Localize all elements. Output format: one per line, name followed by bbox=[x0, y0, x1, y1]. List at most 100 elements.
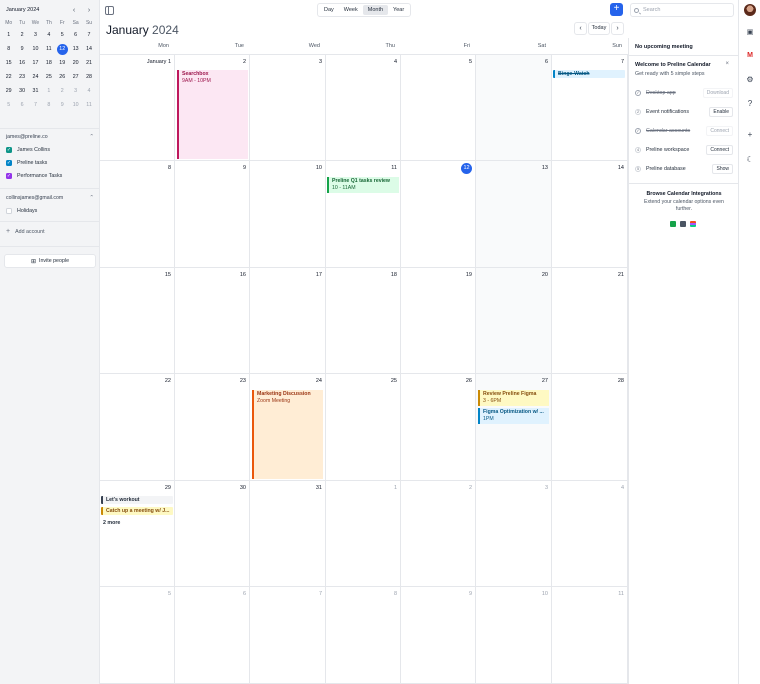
event-marketing-discussion[interactable]: Marketing Discussion Zoom Meeting bbox=[252, 390, 323, 479]
mini-day[interactable]: 24 bbox=[29, 70, 42, 84]
figma-icon[interactable] bbox=[690, 221, 696, 227]
day-cell[interactable]: 4 bbox=[326, 55, 401, 161]
mini-day[interactable]: 4 bbox=[42, 28, 55, 42]
event-review-figma[interactable]: Review Preline Figma 3 - 6PM bbox=[478, 390, 549, 406]
plus-icon[interactable]: + bbox=[745, 130, 755, 140]
account-header[interactable]: james@preline.co ⌃ bbox=[6, 134, 94, 140]
show-button[interactable]: Show bbox=[712, 164, 733, 174]
day-cell[interactable]: 2 bbox=[401, 481, 476, 587]
connect-button[interactable]: Connect bbox=[706, 145, 733, 155]
mini-day[interactable]: 15 bbox=[2, 56, 15, 70]
day-cell[interactable]: 3 bbox=[476, 481, 552, 587]
mini-day[interactable]: 21 bbox=[82, 56, 95, 70]
day-cell[interactable]: 5 bbox=[100, 587, 175, 684]
view-year-button[interactable]: Year bbox=[388, 5, 409, 15]
mini-day[interactable]: 10 bbox=[69, 98, 82, 112]
mini-day[interactable]: 5 bbox=[2, 98, 15, 112]
account-header[interactable]: collinsjames@gmail.com ⌃ bbox=[6, 195, 94, 201]
mini-day[interactable]: 29 bbox=[2, 84, 15, 98]
mini-day[interactable]: 7 bbox=[29, 98, 42, 112]
mini-day[interactable]: 17 bbox=[29, 56, 42, 70]
calendar-icon[interactable]: ▣ bbox=[745, 28, 755, 38]
help-icon[interactable]: ? bbox=[745, 99, 755, 109]
checkbox[interactable] bbox=[6, 208, 12, 214]
mini-day[interactable]: 20 bbox=[69, 56, 82, 70]
day-cell[interactable]: 9 bbox=[401, 587, 476, 684]
mini-prev-button[interactable]: ‹ bbox=[70, 6, 78, 15]
day-cell[interactable]: 7 bbox=[250, 587, 326, 684]
mini-day[interactable]: 3 bbox=[29, 28, 42, 42]
day-cell[interactable]: 20 bbox=[476, 268, 552, 374]
day-cell[interactable]: 18 bbox=[326, 268, 401, 374]
checkbox[interactable]: ✓ bbox=[6, 160, 12, 166]
chevron-up-icon[interactable]: ⌃ bbox=[89, 195, 94, 201]
day-cell[interactable]: 4 bbox=[552, 481, 628, 587]
download-button[interactable]: Download bbox=[702, 88, 733, 98]
connect-button[interactable]: Connect bbox=[706, 126, 733, 136]
day-cell[interactable]: 8 bbox=[326, 587, 401, 684]
day-cell[interactable]: 30 bbox=[175, 481, 250, 587]
create-event-button[interactable]: + bbox=[610, 3, 623, 16]
avatar[interactable] bbox=[744, 4, 756, 16]
event-q1-review[interactable]: Preline Q1 tasks review 10 - 11AM bbox=[327, 177, 399, 193]
toggle-sidebar-icon[interactable] bbox=[105, 6, 114, 15]
gear-icon[interactable]: ⚙ bbox=[745, 75, 755, 85]
enable-button[interactable]: Enable bbox=[709, 107, 733, 117]
mini-day[interactable]: 2 bbox=[15, 28, 28, 42]
mini-day[interactable]: 3 bbox=[69, 84, 82, 98]
more-events-link[interactable]: 2 more bbox=[103, 520, 120, 526]
mini-day[interactable]: 16 bbox=[15, 56, 28, 70]
calendar-toggle-preline-tasks[interactable]: ✓ Preline tasks bbox=[6, 158, 94, 168]
checkbox[interactable]: ✓ bbox=[6, 147, 12, 153]
day-cell[interactable]: 16 bbox=[175, 268, 250, 374]
today-button[interactable]: Today bbox=[588, 22, 610, 35]
day-cell[interactable]: 10 bbox=[250, 161, 326, 268]
mini-day[interactable]: 27 bbox=[69, 70, 82, 84]
day-cell[interactable]: 28 bbox=[552, 374, 628, 481]
chevron-up-icon[interactable]: ⌃ bbox=[89, 134, 94, 140]
mini-day[interactable]: 9 bbox=[15, 42, 28, 56]
mini-day[interactable]: 11 bbox=[82, 98, 95, 112]
mini-day[interactable]: 8 bbox=[42, 98, 55, 112]
mini-day[interactable]: 31 bbox=[29, 84, 42, 98]
excel-icon[interactable] bbox=[670, 221, 676, 227]
notion-icon[interactable] bbox=[680, 221, 686, 227]
day-cell[interactable]: 17 bbox=[250, 268, 326, 374]
day-cell[interactable]: 15 bbox=[100, 268, 175, 374]
invite-people-button[interactable]: ⊞ Invite people bbox=[4, 254, 96, 268]
mini-day[interactable]: 23 bbox=[15, 70, 28, 84]
calendar-toggle-holidays[interactable]: Holidays bbox=[6, 206, 94, 216]
mini-day[interactable]: 7 bbox=[82, 28, 95, 42]
day-cell[interactable]: 23 bbox=[175, 374, 250, 481]
mini-day[interactable]: 1 bbox=[42, 84, 55, 98]
mini-day-today[interactable]: 12 bbox=[56, 42, 69, 56]
mini-day[interactable]: 13 bbox=[69, 42, 82, 56]
mini-day[interactable]: 10 bbox=[29, 42, 42, 56]
day-cell[interactable]: 6 bbox=[476, 55, 552, 161]
view-day-button[interactable]: Day bbox=[319, 5, 339, 15]
mini-day[interactable]: 14 bbox=[82, 42, 95, 56]
day-cell[interactable]: January 1 bbox=[100, 55, 175, 161]
search-input[interactable] bbox=[643, 7, 728, 13]
mini-day[interactable]: 30 bbox=[15, 84, 28, 98]
mini-day[interactable]: 26 bbox=[56, 70, 69, 84]
mini-day[interactable]: 2 bbox=[56, 84, 69, 98]
mini-day[interactable]: 4 bbox=[82, 84, 95, 98]
next-month-button[interactable]: › bbox=[611, 22, 624, 35]
calendar-toggle-james-collins[interactable]: ✓ James Collins bbox=[6, 145, 94, 155]
day-cell[interactable]: 11 bbox=[552, 587, 628, 684]
prev-month-button[interactable]: ‹ bbox=[574, 22, 587, 35]
close-icon[interactable]: × bbox=[725, 61, 729, 67]
day-cell[interactable]: 13 bbox=[476, 161, 552, 268]
mini-day[interactable]: 8 bbox=[2, 42, 15, 56]
calendar-toggle-performance-tasks[interactable]: ✓ Performance Tasks bbox=[6, 171, 94, 181]
gmail-icon[interactable]: M bbox=[745, 51, 755, 61]
day-cell[interactable]: 26 bbox=[401, 374, 476, 481]
mini-day[interactable]: 6 bbox=[69, 28, 82, 42]
mini-day[interactable]: 22 bbox=[2, 70, 15, 84]
day-cell[interactable]: 3 bbox=[250, 55, 326, 161]
moon-icon[interactable]: ☾ bbox=[745, 155, 755, 165]
day-cell[interactable]: 8 bbox=[100, 161, 175, 268]
checkbox[interactable]: ✓ bbox=[6, 173, 12, 179]
mini-day[interactable]: 25 bbox=[42, 70, 55, 84]
